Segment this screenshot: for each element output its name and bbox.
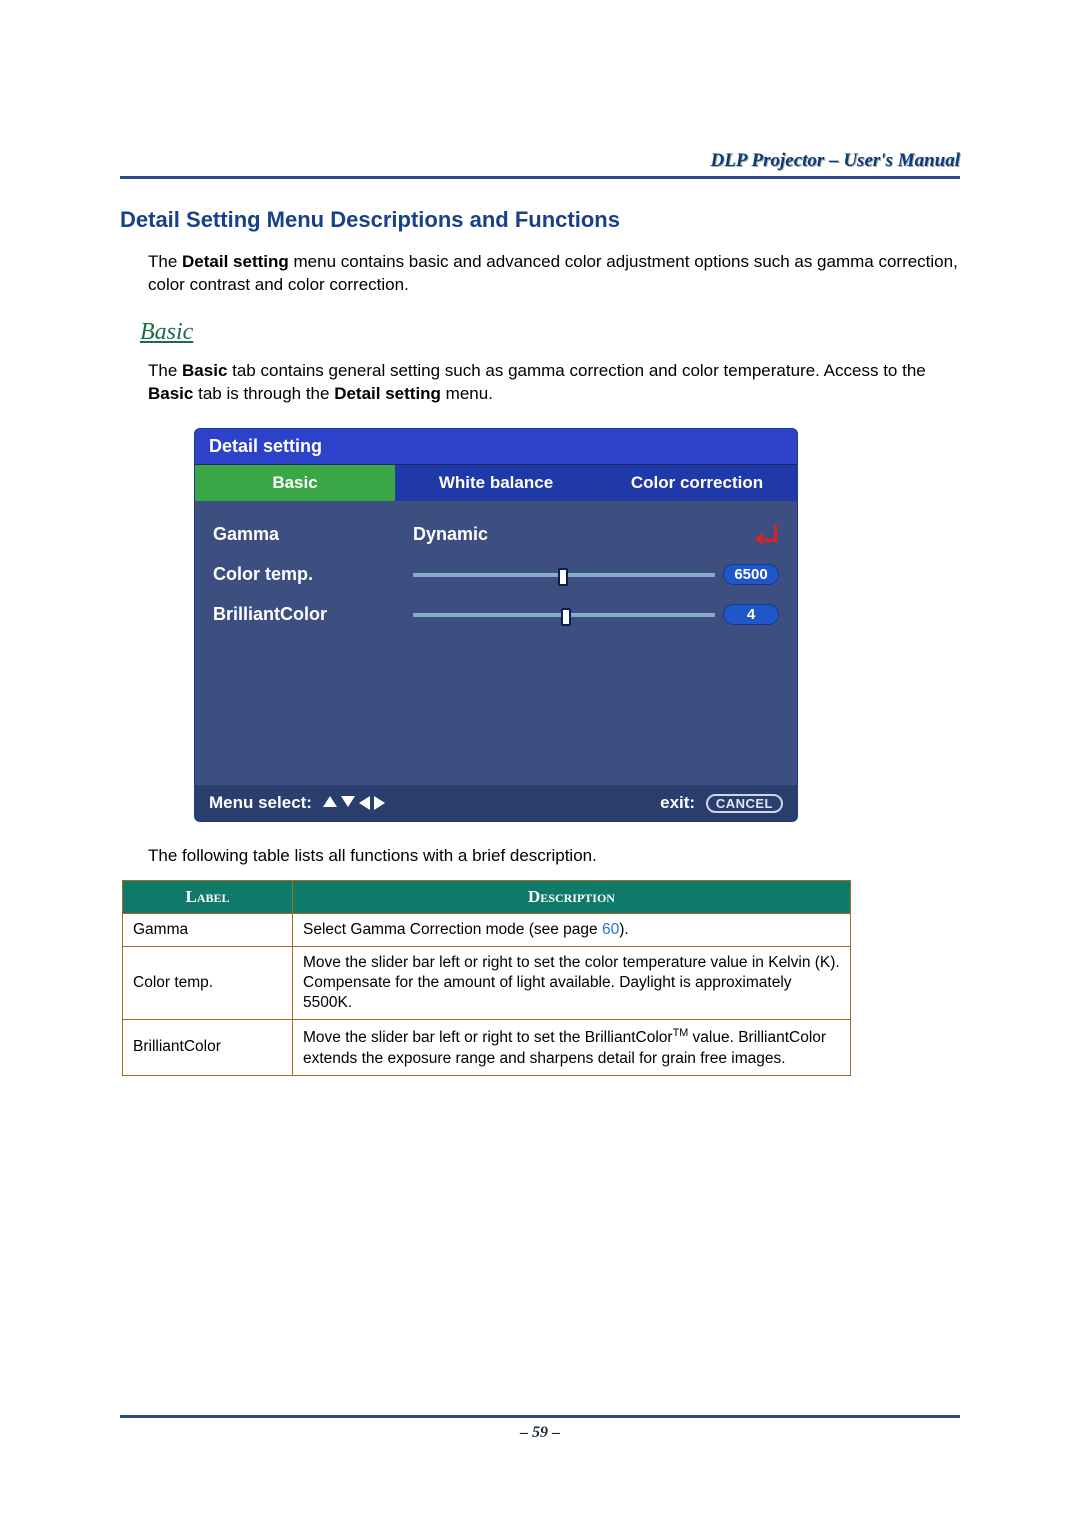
table-caption: The following table lists all functions … [148, 846, 960, 866]
text: Move the slider bar left or right to set… [303, 1029, 673, 1046]
brilliantcolor-slider[interactable]: 4 [413, 604, 779, 625]
osd-body: Gamma Dynamic Color temp. 6500 Brilliant… [195, 501, 797, 789]
cell-desc: Move the slider bar left or right to set… [293, 946, 851, 1019]
subsection-heading-basic: Basic [140, 319, 960, 346]
slider-thumb[interactable] [561, 608, 571, 626]
brilliantcolor-value: 4 [723, 604, 779, 625]
osd-panel: Detail setting Basic White balance Color… [194, 428, 798, 822]
section-intro: The Detail setting menu contains basic a… [148, 251, 960, 297]
brilliantcolor-label: BrilliantColor [213, 604, 413, 625]
slider-track [413, 613, 715, 617]
text-bold: Basic [182, 361, 227, 380]
trademark-sup: TM [673, 1027, 689, 1039]
slider-track [413, 573, 715, 577]
page-footer: – 59 – [120, 1415, 960, 1442]
footer-rule [120, 1415, 960, 1418]
text-bold: Detail setting [182, 252, 289, 271]
cell-label: Gamma [123, 913, 293, 946]
th-description: Description [293, 880, 851, 913]
cell-label: BrilliantColor [123, 1020, 293, 1075]
text-bold: Detail setting [334, 384, 441, 403]
menu-select-hint: Menu select: [209, 793, 385, 813]
osd-row-gamma[interactable]: Gamma Dynamic [213, 515, 779, 555]
text-bold: Basic [148, 384, 193, 403]
text: Select Gamma Correction mode (see page [303, 921, 602, 938]
osd-title: Detail setting [195, 429, 797, 465]
text: tab contains general setting such as gam… [227, 361, 925, 380]
gamma-label: Gamma [213, 524, 413, 545]
page-number: – 59 – [120, 1424, 960, 1442]
functions-table: Label Description Gamma Select Gamma Cor… [122, 880, 851, 1076]
osd-row-brilliantcolor[interactable]: BrilliantColor 4 [213, 595, 779, 635]
enter-icon[interactable] [755, 525, 779, 545]
page-link-60[interactable]: 60 [602, 921, 619, 938]
table-row: Color temp. Move the slider bar left or … [123, 946, 851, 1019]
gamma-value: Dynamic [413, 524, 613, 545]
text: tab is through the [193, 384, 334, 403]
section-heading: Detail Setting Menu Descriptions and Fun… [120, 207, 960, 233]
slider-thumb[interactable] [558, 568, 568, 586]
th-label: Label [123, 880, 293, 913]
header-rule [120, 176, 960, 179]
osd-tabs: Basic White balance Color correction [195, 465, 797, 501]
text: menu. [441, 384, 493, 403]
tab-basic[interactable]: Basic [195, 465, 395, 501]
tab-white-balance[interactable]: White balance [395, 465, 596, 501]
basic-intro: The Basic tab contains general setting s… [148, 360, 960, 406]
cancel-button-icon[interactable]: CANCEL [706, 794, 783, 813]
doc-header-title: DLP Projector – User's Manual [120, 150, 960, 172]
arrow-up-icon [323, 796, 337, 807]
cell-desc: Select Gamma Correction mode (see page 6… [293, 913, 851, 946]
arrow-down-icon [341, 796, 355, 807]
arrow-left-icon [359, 796, 370, 810]
text: The [148, 361, 182, 380]
cell-label: Color temp. [123, 946, 293, 1019]
text: The [148, 252, 182, 271]
arrow-right-icon [374, 796, 385, 810]
tab-color-correction[interactable]: Color correction [596, 465, 797, 501]
menu-select-label: Menu select: [209, 793, 312, 812]
osd-row-color-temp[interactable]: Color temp. 6500 [213, 555, 779, 595]
osd-footer: Menu select: exit: CANCEL [195, 785, 797, 821]
exit-hint: exit: CANCEL [660, 793, 783, 813]
exit-label: exit: [660, 793, 695, 812]
cell-desc: Move the slider bar left or right to set… [293, 1020, 851, 1075]
text: ). [619, 921, 628, 938]
nav-arrows-icon [323, 796, 385, 810]
color-temp-label: Color temp. [213, 564, 413, 585]
table-row: Gamma Select Gamma Correction mode (see … [123, 913, 851, 946]
color-temp-value: 6500 [723, 564, 779, 585]
table-row: BrilliantColor Move the slider bar left … [123, 1020, 851, 1075]
color-temp-slider[interactable]: 6500 [413, 564, 779, 585]
